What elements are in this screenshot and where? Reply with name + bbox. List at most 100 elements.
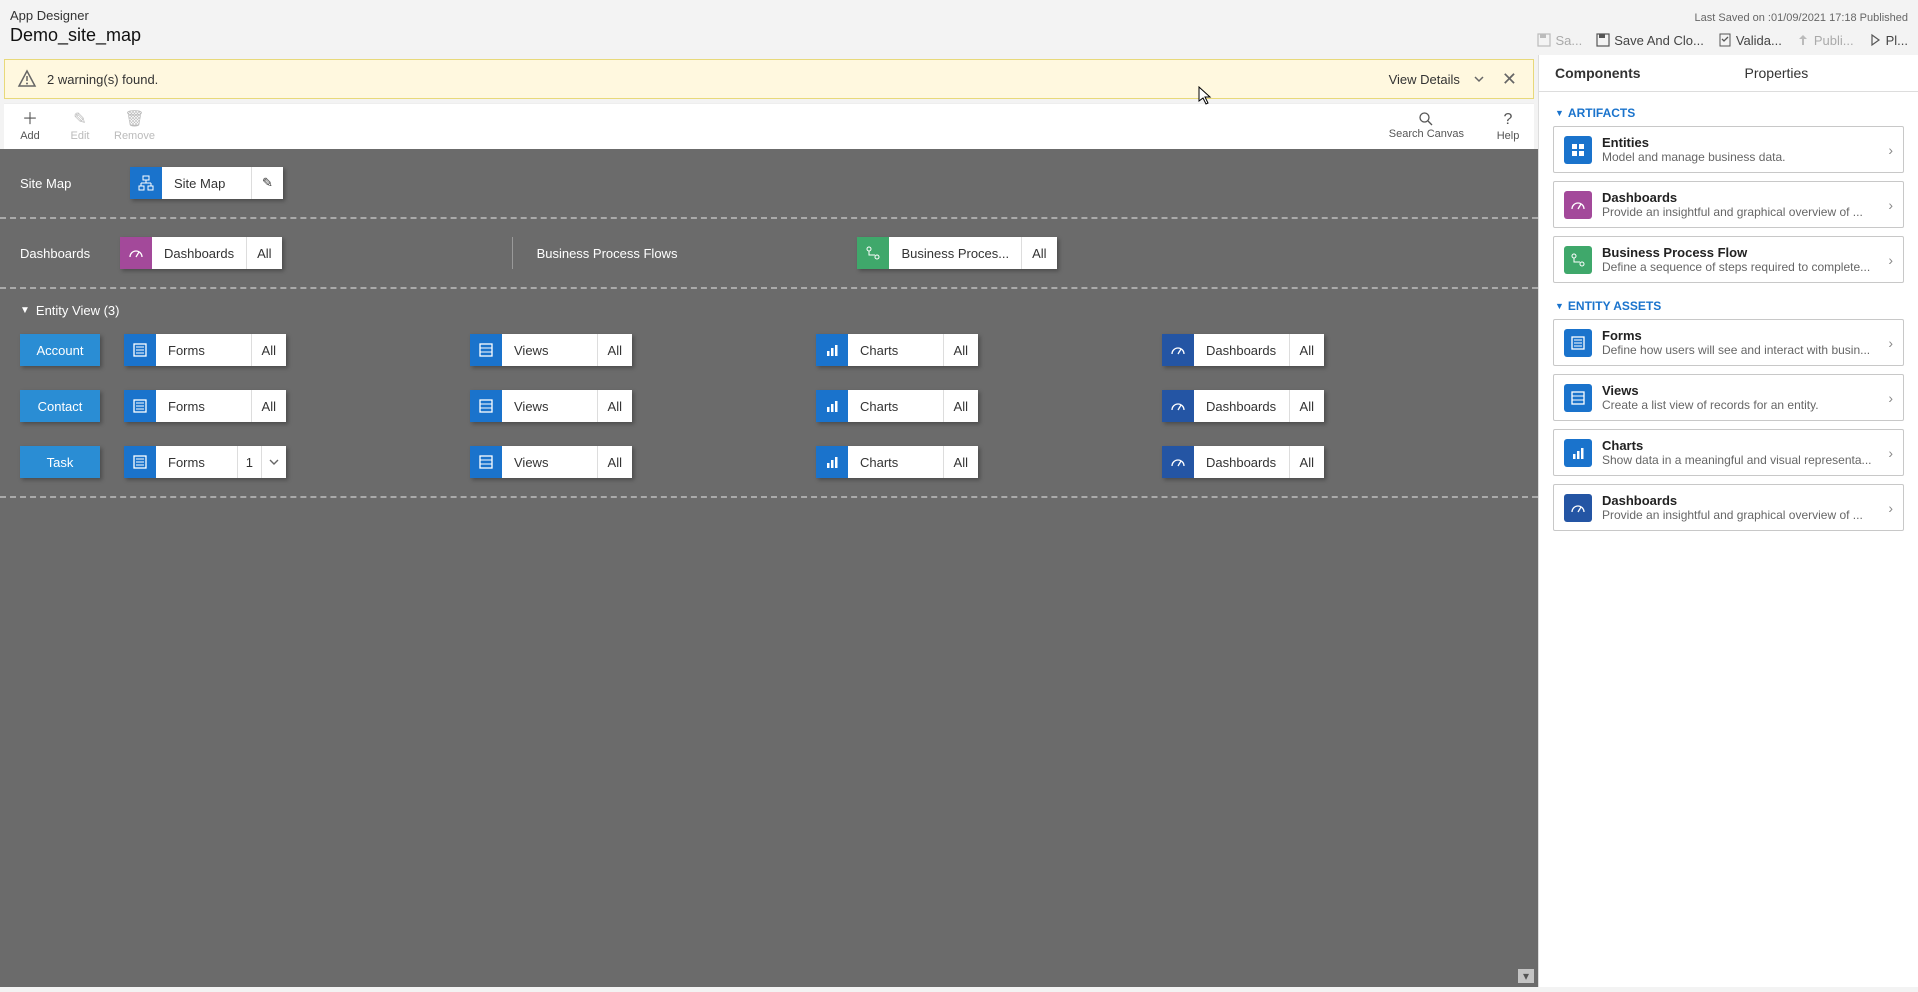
entity-button-account[interactable]: Account bbox=[20, 334, 100, 366]
component-card-charts[interactable]: Charts Show data in a meaningful and vis… bbox=[1553, 429, 1904, 476]
edit-button[interactable]: ✎ Edit bbox=[64, 111, 96, 142]
form-icon bbox=[124, 390, 156, 422]
caret-down-icon: ▼ bbox=[1555, 108, 1564, 118]
asset-all-button[interactable]: All bbox=[944, 334, 978, 366]
entity-view-header[interactable]: ▼ Entity View (3) bbox=[0, 289, 1538, 322]
component-title: Business Process Flow bbox=[1602, 245, 1878, 260]
asset-label: Dashboards bbox=[1194, 390, 1290, 422]
right-panel: Components Properties ▼ ARTIFACTS Entiti… bbox=[1538, 55, 1918, 987]
component-title: Dashboards bbox=[1602, 493, 1878, 508]
dashboards-tile-label: Dashboards bbox=[152, 237, 247, 269]
asset-tile-charts[interactable]: ChartsAll bbox=[816, 390, 978, 422]
chevron-right-icon: › bbox=[1888, 335, 1893, 351]
sitemap-edit-button[interactable]: ✎ bbox=[252, 167, 283, 199]
asset-tile-views[interactable]: ViewsAll bbox=[470, 390, 632, 422]
asset-all-button[interactable]: All bbox=[252, 390, 286, 422]
entity-button-contact[interactable]: Contact bbox=[20, 390, 100, 422]
gauge-icon bbox=[1564, 191, 1592, 219]
asset-tile-views[interactable]: ViewsAll bbox=[470, 446, 632, 478]
sitemap-section: Site Map Site Map ✎ bbox=[0, 149, 1538, 219]
asset-tile-forms[interactable]: FormsAll bbox=[124, 334, 286, 366]
dashboards-all-button[interactable]: All bbox=[247, 237, 281, 269]
component-desc: Model and manage business data. bbox=[1602, 150, 1878, 164]
view-details-link[interactable]: View Details bbox=[1389, 72, 1460, 87]
bpf-tile[interactable]: Business Proces... All bbox=[857, 237, 1056, 269]
component-card-forms[interactable]: Forms Define how users will see and inte… bbox=[1553, 319, 1904, 366]
asset-all-button[interactable]: All bbox=[1290, 446, 1324, 478]
list-icon bbox=[470, 390, 502, 422]
dashboards-tile[interactable]: Dashboards All bbox=[120, 237, 282, 269]
dashboards-label: Dashboards bbox=[20, 246, 100, 261]
publish-button[interactable]: Publi... bbox=[1796, 33, 1854, 48]
bpf-all-button[interactable]: All bbox=[1022, 237, 1056, 269]
asset-all-button[interactable]: All bbox=[252, 334, 286, 366]
asset-tile-dashboards[interactable]: DashboardsAll bbox=[1162, 446, 1324, 478]
close-warning-button[interactable]: ✕ bbox=[1498, 69, 1521, 90]
bpf-tile-label: Business Proces... bbox=[889, 237, 1022, 269]
save-and-close-button[interactable]: Save And Clo... bbox=[1596, 33, 1704, 48]
asset-all-button[interactable]: All bbox=[944, 390, 978, 422]
section-entity-assets[interactable]: ▼ ENTITY ASSETS bbox=[1553, 291, 1904, 319]
asset-tile-forms[interactable]: Forms1 bbox=[124, 446, 286, 478]
search-canvas-button[interactable]: Search Canvas bbox=[1389, 111, 1464, 142]
chevron-down-icon[interactable] bbox=[1472, 72, 1486, 86]
add-button[interactable]: ＋ Add bbox=[14, 111, 46, 142]
scroll-down-indicator[interactable]: ▾ bbox=[1518, 969, 1534, 983]
tab-components[interactable]: Components bbox=[1539, 55, 1729, 91]
entity-row: Task Forms1 ViewsAll ChartsAll Dashboard… bbox=[0, 434, 1538, 490]
asset-all-button[interactable]: All bbox=[598, 334, 632, 366]
chevron-right-icon: › bbox=[1888, 500, 1893, 516]
component-card-dashboards[interactable]: Dashboards Provide an insightful and gra… bbox=[1553, 484, 1904, 531]
asset-label: Forms bbox=[156, 334, 252, 366]
sitemap-tile[interactable]: Site Map ✎ bbox=[130, 167, 283, 199]
grid-icon bbox=[1564, 136, 1592, 164]
asset-tile-forms[interactable]: FormsAll bbox=[124, 390, 286, 422]
sitemap-icon bbox=[130, 167, 162, 199]
component-card-business-process-flow[interactable]: Business Process Flow Define a sequence … bbox=[1553, 236, 1904, 283]
help-button[interactable]: ? Help bbox=[1492, 111, 1524, 142]
asset-all-button[interactable]: All bbox=[944, 446, 978, 478]
form-icon bbox=[124, 334, 156, 366]
asset-label: Dashboards bbox=[1194, 334, 1290, 366]
list-icon bbox=[470, 446, 502, 478]
asset-all-button[interactable]: All bbox=[598, 390, 632, 422]
app-title: App Designer bbox=[10, 8, 141, 23]
chevron-right-icon: › bbox=[1888, 445, 1893, 461]
component-card-entities[interactable]: Entities Model and manage business data.… bbox=[1553, 126, 1904, 173]
dashboards-bpf-section: Dashboards Dashboards All Business Proce… bbox=[0, 219, 1538, 289]
asset-label: Views bbox=[502, 390, 598, 422]
caret-down-icon: ▼ bbox=[20, 305, 30, 316]
asset-label: Forms bbox=[156, 390, 252, 422]
warning-text: 2 warning(s) found. bbox=[47, 72, 158, 87]
canvas-toolbar: ＋ Add ✎ Edit 🗑 Remove Search Canvas bbox=[4, 103, 1534, 149]
component-card-views[interactable]: Views Create a list view of records for … bbox=[1553, 374, 1904, 421]
asset-tile-dashboards[interactable]: DashboardsAll bbox=[1162, 390, 1324, 422]
gauge-icon bbox=[1162, 446, 1194, 478]
asset-tile-charts[interactable]: ChartsAll bbox=[816, 334, 978, 366]
sitemap-tile-label: Site Map bbox=[162, 167, 252, 199]
tab-properties[interactable]: Properties bbox=[1729, 55, 1918, 91]
asset-all-button[interactable]: All bbox=[1290, 390, 1324, 422]
chart-icon bbox=[816, 446, 848, 478]
gauge-icon bbox=[1564, 494, 1592, 522]
bpf-label: Business Process Flows bbox=[537, 246, 678, 261]
validate-button[interactable]: Valida... bbox=[1718, 33, 1782, 48]
save-button[interactable]: Sa... bbox=[1537, 33, 1582, 48]
section-artifacts[interactable]: ▼ ARTIFACTS bbox=[1553, 98, 1904, 126]
asset-tile-views[interactable]: ViewsAll bbox=[470, 334, 632, 366]
validate-icon bbox=[1718, 33, 1732, 47]
warning-bar: 2 warning(s) found. View Details ✕ bbox=[4, 59, 1534, 99]
search-icon bbox=[1418, 111, 1434, 127]
chevron-down-icon[interactable] bbox=[262, 456, 286, 468]
remove-button[interactable]: 🗑 Remove bbox=[114, 111, 155, 142]
asset-tile-charts[interactable]: ChartsAll bbox=[816, 446, 978, 478]
last-saved-label: Last Saved on :01/09/2021 17:18 Publishe… bbox=[1695, 8, 1908, 24]
component-desc: Provide an insightful and graphical over… bbox=[1602, 205, 1878, 219]
asset-all-button[interactable]: All bbox=[1290, 334, 1324, 366]
component-card-dashboards[interactable]: Dashboards Provide an insightful and gra… bbox=[1553, 181, 1904, 228]
publish-icon bbox=[1796, 33, 1810, 47]
play-button[interactable]: Pl... bbox=[1868, 33, 1908, 48]
asset-tile-dashboards[interactable]: DashboardsAll bbox=[1162, 334, 1324, 366]
asset-all-button[interactable]: All bbox=[598, 446, 632, 478]
entity-button-task[interactable]: Task bbox=[20, 446, 100, 478]
